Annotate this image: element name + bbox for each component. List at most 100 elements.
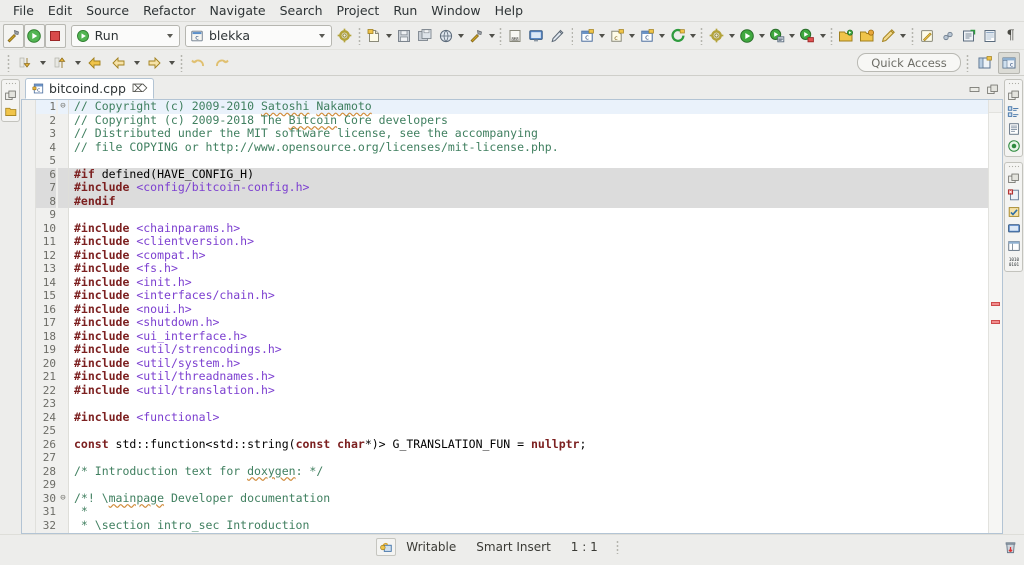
restore-view-icon[interactable] [1007, 172, 1020, 185]
previous-annotation-icon[interactable] [48, 51, 72, 75]
back-secondary-icon[interactable] [107, 51, 131, 75]
menu-search[interactable]: Search [273, 1, 330, 20]
stop-icon[interactable] [45, 24, 66, 48]
code-line[interactable]: * \section intro_sec Introduction [74, 519, 988, 533]
code-line[interactable]: #include <functional> [74, 411, 988, 425]
open-perspective-icon[interactable] [974, 52, 996, 74]
trash-icon[interactable] [1003, 539, 1024, 555]
code-line[interactable]: #include <interfaces/chain.h> [74, 289, 988, 303]
console-icon[interactable] [526, 24, 547, 48]
minimized-stack-outline[interactable] [1004, 79, 1023, 157]
editor-body[interactable]: 1234567891011121314151617181920212223242… [21, 100, 1003, 534]
menu-window[interactable]: Window [424, 1, 487, 20]
print-dropdown-icon[interactable] [457, 25, 466, 47]
overview-error-marker[interactable] [991, 320, 1000, 324]
problems-view-icon[interactable] [1007, 188, 1021, 202]
stack-drag-handle[interactable] [1008, 82, 1019, 85]
open-folder-icon[interactable] [836, 24, 857, 48]
code-line[interactable]: #include <util/translation.h> [74, 384, 988, 398]
new-c-file-icon[interactable]: c [606, 24, 627, 48]
code-line[interactable]: #include <noui.h> [74, 303, 988, 317]
code-line[interactable]: #include <util/threadnames.h> [74, 370, 988, 384]
code-line[interactable] [74, 154, 988, 168]
new-c-file-dropdown-icon[interactable] [627, 25, 636, 47]
toggle-marker-icon[interactable] [547, 24, 568, 48]
forward-icon[interactable] [142, 51, 166, 75]
code-line[interactable]: /* Introduction text for doxygen: */ [74, 465, 988, 479]
code-line[interactable]: // file COPYING or http://www.opensource… [74, 141, 988, 155]
menu-file[interactable]: File [6, 1, 41, 20]
menu-project[interactable]: Project [330, 1, 387, 20]
folding-gutter[interactable]: ⊖⊖ [58, 100, 69, 533]
code-line[interactable]: #if defined(HAVE_CONFIG_H) [69, 168, 988, 182]
chevron-down-icon[interactable] [315, 34, 329, 38]
code-line[interactable]: * [74, 505, 988, 519]
console-view-icon[interactable] [1007, 222, 1021, 236]
code-line[interactable]: // Copyright (c) 2009-2018 The Bitcoin C… [74, 114, 988, 128]
toolbar-drag-handle[interactable] [700, 27, 703, 45]
toolbar-drag-handle[interactable] [830, 27, 833, 45]
menu-refactor[interactable]: Refactor [136, 1, 202, 20]
code-line[interactable]: #include <chainparams.h> [74, 222, 988, 236]
back-dropdown-icon[interactable] [131, 52, 142, 74]
code-line[interactable]: #include <init.h> [74, 276, 988, 290]
debug-icon[interactable] [767, 24, 788, 48]
next-annotation-dropdown-icon[interactable] [37, 52, 48, 74]
save-icon[interactable] [394, 24, 415, 48]
tasks-view-icon[interactable] [1007, 205, 1021, 219]
code-line[interactable]: // Distributed under the MIT software li… [74, 127, 988, 141]
next-annotation-icon[interactable] [13, 51, 37, 75]
new-c-source-dropdown-icon[interactable] [658, 25, 667, 47]
menu-source[interactable]: Source [79, 1, 136, 20]
build-all-icon[interactable] [466, 24, 487, 48]
documentation-view-icon[interactable] [1007, 122, 1021, 136]
new-file-icon[interactable] [364, 24, 385, 48]
memory-view-icon[interactable]: 1010 0101 [1007, 256, 1021, 268]
profile-icon[interactable] [797, 24, 818, 48]
chevron-down-icon[interactable] [163, 34, 177, 38]
code-line[interactable] [74, 478, 988, 492]
new-c-project-dropdown-icon[interactable] [688, 25, 697, 47]
menu-help[interactable]: Help [488, 1, 531, 20]
previous-annotation-dropdown-icon[interactable] [72, 52, 83, 74]
quick-access-input[interactable]: Quick Access [857, 53, 961, 72]
launch-settings-gear-icon[interactable] [334, 24, 355, 48]
undo-icon[interactable] [186, 51, 210, 75]
code-line[interactable]: * [74, 532, 988, 533]
code-line[interactable] [74, 424, 988, 438]
profile-dropdown-icon[interactable] [818, 25, 827, 47]
print-icon[interactable] [436, 24, 457, 48]
redo-icon[interactable] [210, 51, 234, 75]
pilcrow-icon[interactable]: ¶ [1000, 24, 1021, 48]
code-line[interactable]: #include <util/strencodings.h> [74, 343, 988, 357]
forward-dropdown-icon[interactable] [166, 52, 177, 74]
code-line[interactable]: #endif [69, 195, 988, 209]
status-bar-drag-handle[interactable] [616, 540, 619, 554]
debug-dropdown-icon[interactable] [788, 25, 797, 47]
code-line[interactable] [74, 397, 988, 411]
outline-view-icon[interactable] [1007, 105, 1021, 119]
minimized-stack-project-explorer[interactable] [1, 79, 20, 122]
fold-toggle-icon[interactable]: ⊖ [58, 100, 68, 114]
writable-lock-icon[interactable] [376, 538, 396, 556]
properties-view-icon[interactable] [1007, 239, 1021, 253]
run-icon[interactable] [24, 24, 45, 48]
code-line[interactable]: #include <clientversion.h> [74, 235, 988, 249]
code-line[interactable]: #include <util/system.h> [74, 357, 988, 371]
close-icon[interactable]: ⌦ [132, 82, 148, 95]
new-c-class-dropdown-icon[interactable] [597, 25, 606, 47]
settings-dropdown-icon[interactable] [727, 25, 736, 47]
back-icon[interactable] [83, 51, 107, 75]
code-line[interactable]: const std::function<std::string(const ch… [74, 438, 988, 452]
new-c-source-icon[interactable]: c [637, 24, 658, 48]
code-line[interactable]: // Copyright (c) 2009-2010 Satoshi Nakam… [69, 100, 988, 114]
toolbar-drag-handle[interactable] [358, 27, 361, 45]
minimized-stack-problems[interactable]: 1010 0101 [1004, 162, 1023, 272]
marker-gutter[interactable] [22, 100, 36, 533]
launch-target-combo[interactable]: c blekka [185, 25, 332, 47]
stack-drag-handle[interactable] [1008, 165, 1019, 168]
c-cpp-perspective-icon[interactable]: c [998, 52, 1020, 74]
restore-view-icon[interactable] [4, 89, 17, 102]
external-tools-icon[interactable] [958, 24, 979, 48]
fold-toggle-icon[interactable]: ⊖ [58, 492, 68, 506]
